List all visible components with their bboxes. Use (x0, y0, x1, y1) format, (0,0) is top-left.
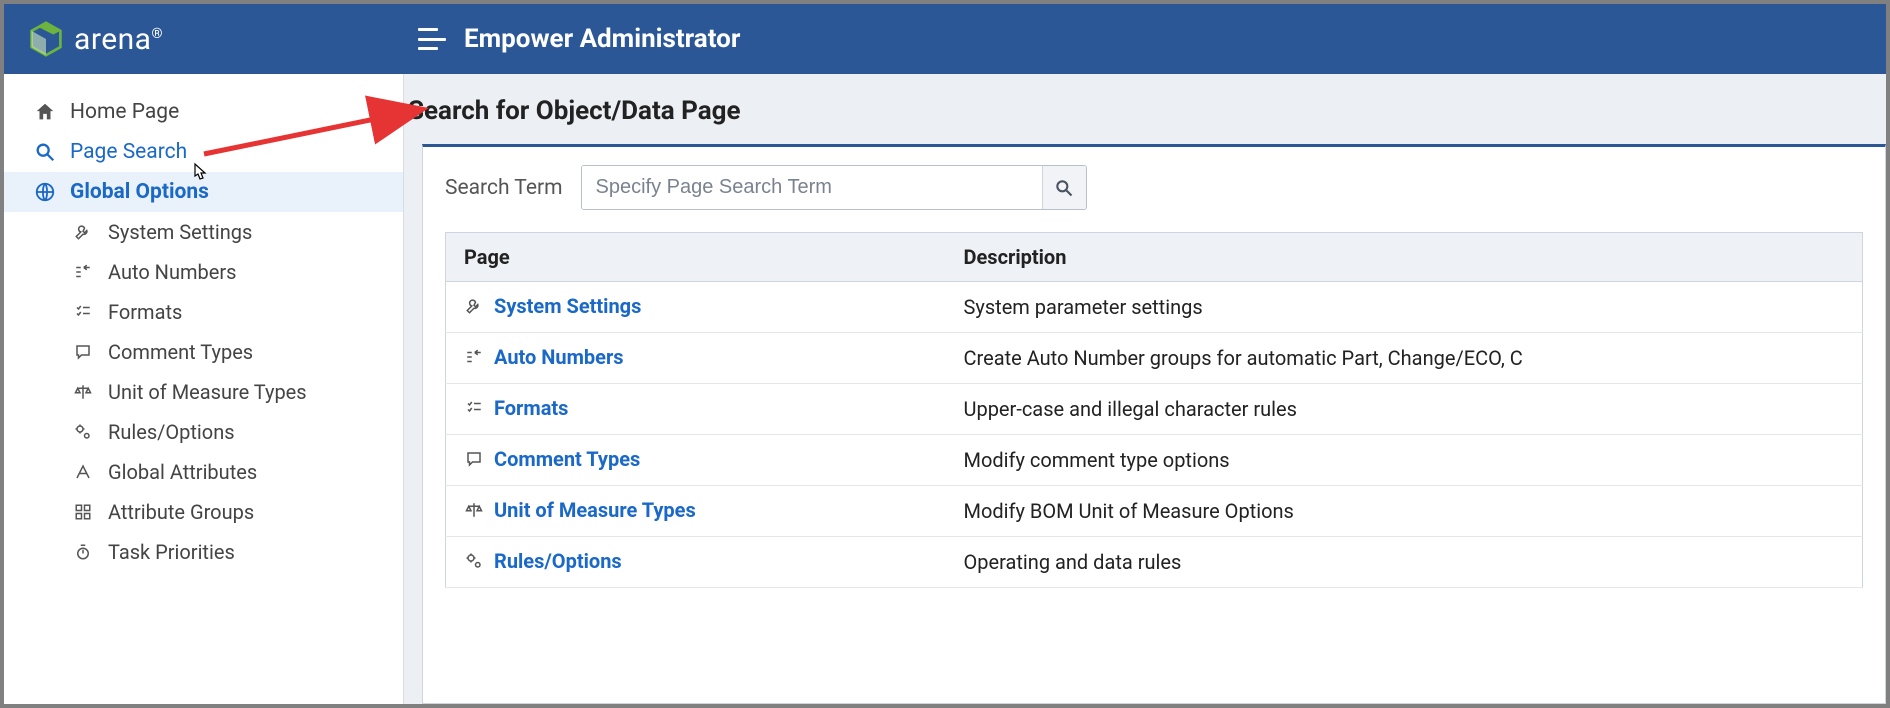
sidebar-item-task-priorities[interactable]: Task Priorities (4, 532, 403, 572)
gears-icon (464, 551, 484, 571)
sidebar-item-comment-types[interactable]: Comment Types (4, 332, 403, 372)
comment-icon (72, 341, 94, 363)
sidebar: Home Page Page Search Global Options Sys… (4, 74, 404, 704)
sidebar-item-label: Global Attributes (108, 460, 257, 484)
row-description: Create Auto Number groups for automatic … (946, 333, 1863, 384)
row-description: Upper-case and illegal character rules (946, 384, 1863, 435)
row-description: System parameter settings (946, 282, 1863, 333)
sidebar-item-label: Task Priorities (108, 540, 235, 564)
sidebar-item-rules-options[interactable]: Rules/Options (4, 412, 403, 452)
column-header-page[interactable]: Page (446, 233, 946, 282)
attributes-icon (72, 461, 94, 483)
sidebar-item-page-search[interactable]: Page Search (4, 132, 403, 172)
app-header: arena® Empower Administrator (4, 4, 1886, 74)
stopwatch-icon (72, 541, 94, 563)
page-link[interactable]: Auto Numbers (464, 345, 624, 369)
table-row: Auto Numbers Create Auto Number groups fo… (446, 333, 1863, 384)
menu-toggle-icon[interactable] (418, 28, 446, 50)
sidebar-item-attribute-groups[interactable]: Attribute Groups (4, 492, 403, 532)
table-row: Rules/Options Operating and data rules (446, 537, 1863, 588)
sidebar-item-label: Auto Numbers (108, 260, 236, 284)
search-panel: Search Term Page Description (422, 144, 1886, 704)
comment-icon (464, 449, 484, 469)
sidebar-item-formats[interactable]: Formats (4, 292, 403, 332)
auto-number-icon (72, 261, 94, 283)
row-description: Operating and data rules (946, 537, 1863, 588)
row-description: Modify BOM Unit of Measure Options (946, 486, 1863, 537)
home-icon (34, 101, 56, 123)
column-header-description[interactable]: Description (946, 233, 1863, 282)
table-row: System Settings System parameter settings (446, 282, 1863, 333)
sidebar-item-label: Rules/Options (108, 420, 235, 444)
sidebar-item-label: Home Page (70, 100, 179, 124)
sidebar-item-label: Comment Types (108, 340, 253, 364)
sidebar-item-label: Attribute Groups (108, 500, 254, 524)
gears-icon (72, 421, 94, 443)
page-link[interactable]: Comment Types (464, 447, 640, 471)
search-input[interactable] (582, 166, 1042, 209)
sidebar-item-system-settings[interactable]: System Settings (4, 212, 403, 252)
results-table: Page Description System Settings System p… (445, 232, 1863, 588)
sidebar-item-label: Global Options (70, 180, 209, 204)
page-link-label: System Settings (494, 294, 641, 318)
page-link[interactable]: System Settings (464, 294, 641, 318)
search-icon (1054, 178, 1074, 198)
page-link[interactable]: Rules/Options (464, 549, 622, 573)
table-row: Unit of Measure Types Modify BOM Unit of … (446, 486, 1863, 537)
brand-logo: arena® (28, 21, 418, 57)
sidebar-item-label: System Settings (108, 220, 252, 244)
sidebar-item-label: Unit of Measure Types (108, 380, 307, 404)
arena-logo-icon (28, 21, 64, 57)
main-content: Search for Object/Data Page Search Term (404, 74, 1886, 704)
table-row: Formats Upper-case and illegal character … (446, 384, 1863, 435)
page-link-label: Comment Types (494, 447, 640, 471)
wrench-icon (72, 221, 94, 243)
sidebar-item-home[interactable]: Home Page (4, 92, 403, 132)
grid-icon (72, 501, 94, 523)
page-link-label: Unit of Measure Types (494, 498, 696, 522)
page-link[interactable]: Unit of Measure Types (464, 498, 696, 522)
page-link[interactable]: Formats (464, 396, 568, 420)
page-title: Search for Object/Data Page (408, 96, 1886, 126)
brand-name: arena® (74, 22, 163, 57)
checklist-icon (464, 398, 484, 418)
wrench-icon (464, 296, 484, 316)
sidebar-item-label: Page Search (70, 140, 187, 164)
table-row: Comment Types Modify comment type options (446, 435, 1863, 486)
sidebar-item-label: Formats (108, 300, 182, 324)
balance-icon (464, 500, 484, 520)
search-label: Search Term (445, 176, 563, 200)
sidebar-item-global-attributes[interactable]: Global Attributes (4, 452, 403, 492)
sidebar-item-uom-types[interactable]: Unit of Measure Types (4, 372, 403, 412)
checklist-icon (72, 301, 94, 323)
sidebar-item-global-options[interactable]: Global Options (4, 172, 403, 212)
balance-icon (72, 381, 94, 403)
row-description: Modify comment type options (946, 435, 1863, 486)
page-link-label: Rules/Options (494, 549, 622, 573)
globe-icon (34, 181, 56, 203)
auto-number-icon (464, 347, 484, 367)
page-link-label: Auto Numbers (494, 345, 624, 369)
page-link-label: Formats (494, 396, 568, 420)
header-title: Empower Administrator (464, 24, 740, 54)
sidebar-item-auto-numbers[interactable]: Auto Numbers (4, 252, 403, 292)
search-button[interactable] (1042, 166, 1086, 209)
search-icon (34, 141, 56, 163)
